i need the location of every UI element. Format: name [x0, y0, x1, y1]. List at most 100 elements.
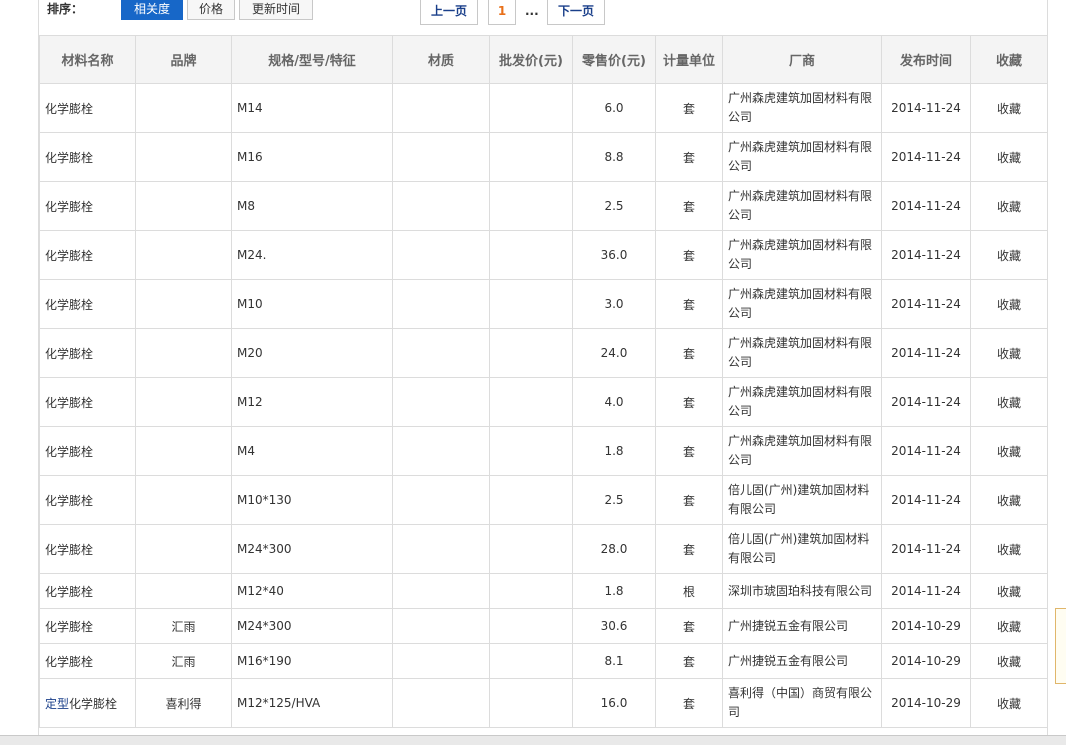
retail-price-cell: 3.0	[572, 279, 656, 329]
favorite-link[interactable]: 收藏	[970, 426, 1047, 476]
publish-date-cell: 2014-11-24	[881, 475, 971, 525]
brand-cell	[135, 279, 232, 329]
favorite-link[interactable]: 收藏	[970, 643, 1047, 679]
sort-updated-button[interactable]: 更新时间	[239, 0, 313, 20]
material-cell	[392, 475, 490, 525]
unit-cell: 套	[655, 524, 723, 574]
prev-page-button[interactable]: 上一页	[420, 0, 478, 25]
vendor-link[interactable]: 喜利得（中国）商贸有限公司	[722, 678, 882, 728]
material-name-link[interactable]: 化学膨栓	[39, 643, 136, 679]
vendor-link[interactable]: 倍儿固(广州)建筑加固材料有限公司	[722, 524, 882, 574]
brand-cell: 汇雨	[135, 643, 232, 679]
table-header-row: 材料名称 品牌 规格/型号/特征 材质 批发价(元) 零售价(元) 计量单位 厂商 发布时间 收藏	[39, 35, 1047, 84]
material-name-keyword: 化学膨栓	[45, 248, 94, 263]
vendor-link[interactable]: 倍儿固(广州)建筑加固材料有限公司	[722, 475, 882, 525]
material-cell	[392, 573, 490, 609]
vendor-link[interactable]: 广州森虎建筑加固材料有限公司	[722, 83, 882, 133]
retail-price-cell: 30.6	[572, 608, 656, 644]
favorite-link[interactable]: 收藏	[970, 377, 1047, 427]
vendor-link[interactable]: 广州森虎建筑加固材料有限公司	[722, 181, 882, 231]
publish-date-cell: 2014-11-24	[881, 83, 971, 133]
unit-cell: 套	[655, 678, 723, 728]
material-name-link[interactable]: 化学膨栓	[39, 426, 136, 476]
column-header: 计量单位	[655, 35, 723, 84]
favorite-link[interactable]: 收藏	[970, 524, 1047, 574]
brand-cell: 汇雨	[135, 608, 232, 644]
material-name-link[interactable]: 化学膨栓	[39, 230, 136, 280]
material-name-link[interactable]: 化学膨栓	[39, 328, 136, 378]
material-cell	[392, 132, 490, 182]
side-float-widget[interactable]	[1055, 608, 1066, 684]
favorite-link[interactable]: 收藏	[970, 573, 1047, 609]
favorite-link[interactable]: 收藏	[970, 181, 1047, 231]
spec-cell: M12*40	[231, 573, 393, 609]
retail-price-cell: 16.0	[572, 678, 656, 728]
wholesale-price-cell	[489, 426, 573, 476]
material-name-link[interactable]: 化学膨栓	[39, 83, 136, 133]
vendor-link[interactable]: 广州捷锐五金有限公司	[722, 643, 882, 679]
material-name-link[interactable]: 化学膨栓	[39, 377, 136, 427]
spec-cell: M12	[231, 377, 393, 427]
favorite-link[interactable]: 收藏	[970, 328, 1047, 378]
vendor-link[interactable]: 广州森虎建筑加固材料有限公司	[722, 230, 882, 280]
material-cell	[392, 426, 490, 476]
material-name-link[interactable]: 化学膨栓	[39, 524, 136, 574]
vendor-link[interactable]: 广州森虎建筑加固材料有限公司	[722, 377, 882, 427]
favorite-link[interactable]: 收藏	[970, 132, 1047, 182]
spec-cell: M20	[231, 328, 393, 378]
table-row: 化学膨栓 M24*300 28.0 套倍儿固(广州)建筑加固材料有限公司 2014-11…	[39, 524, 1047, 574]
material-cell	[392, 230, 490, 280]
wholesale-price-cell	[489, 377, 573, 427]
unit-cell: 套	[655, 279, 723, 329]
vendor-link[interactable]: 深圳市琥固珀科技有限公司	[722, 573, 882, 609]
spec-cell: M4	[231, 426, 393, 476]
material-name-prefix: 定型	[45, 696, 70, 711]
material-name-link[interactable]: 化学膨栓	[39, 573, 136, 609]
table-row: 化学膨栓 M12 4.0 套广州森虎建筑加固材料有限公司 2014-11-24 收藏	[39, 377, 1047, 427]
vendor-link[interactable]: 广州森虎建筑加固材料有限公司	[722, 426, 882, 476]
material-name-link[interactable]: 定型化学膨栓	[39, 678, 136, 728]
vendor-link[interactable]: 广州捷锐五金有限公司	[722, 608, 882, 644]
material-name-link[interactable]: 化学膨栓	[39, 279, 136, 329]
material-name-keyword: 化学膨栓	[45, 654, 94, 669]
table-row: 化学膨栓 M10*130 2.5 套倍儿固(广州)建筑加固材料有限公司 2014-11-…	[39, 475, 1047, 525]
unit-cell: 套	[655, 83, 723, 133]
table-row: 化学膨栓 M24. 36.0 套广州森虎建筑加固材料有限公司 2014-11-24 收藏	[39, 230, 1047, 280]
publish-date-cell: 2014-10-29	[881, 608, 971, 644]
publish-date-cell: 2014-10-29	[881, 678, 971, 728]
favorite-link[interactable]: 收藏	[970, 279, 1047, 329]
favorite-link[interactable]: 收藏	[970, 608, 1047, 644]
publish-date-cell: 2014-11-24	[881, 328, 971, 378]
spec-cell: M14	[231, 83, 393, 133]
vendor-link[interactable]: 广州森虎建筑加固材料有限公司	[722, 328, 882, 378]
material-name-link[interactable]: 化学膨栓	[39, 608, 136, 644]
sort-price-button[interactable]: 价格	[187, 0, 235, 20]
unit-cell: 套	[655, 426, 723, 476]
favorite-link[interactable]: 收藏	[970, 230, 1047, 280]
publish-date-cell: 2014-11-24	[881, 230, 971, 280]
wholesale-price-cell	[489, 678, 573, 728]
material-cell	[392, 279, 490, 329]
material-name-keyword: 化学膨栓	[45, 199, 94, 214]
material-name-link[interactable]: 化学膨栓	[39, 132, 136, 182]
favorite-link[interactable]: 收藏	[970, 83, 1047, 133]
material-name-keyword: 化学膨栓	[45, 101, 94, 116]
table-row: 化学膨栓 M14 6.0 套广州森虎建筑加固材料有限公司 2014-11-24 收藏	[39, 83, 1047, 133]
column-header: 材质	[392, 35, 490, 84]
retail-price-cell: 8.8	[572, 132, 656, 182]
material-name-link[interactable]: 化学膨栓	[39, 475, 136, 525]
next-page-button[interactable]: 下一页	[547, 0, 605, 25]
vendor-link[interactable]: 广州森虎建筑加固材料有限公司	[722, 279, 882, 329]
wholesale-price-cell	[489, 475, 573, 525]
favorite-link[interactable]: 收藏	[970, 475, 1047, 525]
vendor-link[interactable]: 广州森虎建筑加固材料有限公司	[722, 132, 882, 182]
pager-ellipsis: ...	[525, 4, 539, 18]
column-header: 收藏	[970, 35, 1047, 84]
publish-date-cell: 2014-11-24	[881, 132, 971, 182]
favorite-link[interactable]: 收藏	[970, 678, 1047, 728]
retail-price-cell: 24.0	[572, 328, 656, 378]
page-1-button[interactable]: 1	[488, 0, 516, 25]
sort-relevance-button[interactable]: 相关度	[121, 0, 183, 20]
material-cell	[392, 377, 490, 427]
material-name-link[interactable]: 化学膨栓	[39, 181, 136, 231]
